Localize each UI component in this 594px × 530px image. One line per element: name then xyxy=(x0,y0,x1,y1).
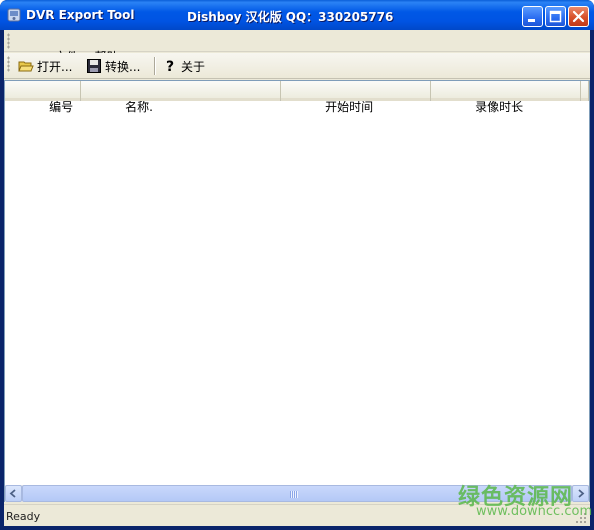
minimize-icon xyxy=(528,19,535,22)
open-folder-icon xyxy=(18,61,34,72)
about-label: 关于 xyxy=(181,59,206,74)
open-label: 打开... xyxy=(37,59,73,74)
watermark-url: www.downcc.com xyxy=(476,504,593,519)
scroll-left-button[interactable] xyxy=(5,485,22,502)
app-icon xyxy=(7,8,21,22)
column-header-number[interactable]: 编号 xyxy=(5,81,81,114)
app-window: DVR Export Tool Dishboy 汉化版 QQ：330205776… xyxy=(0,0,594,530)
column-header-filler xyxy=(581,81,589,101)
list-header: 编号 名称. 开始时间 录像时长 xyxy=(5,81,589,114)
menu-grip[interactable] xyxy=(7,33,10,49)
open-button[interactable]: 打开... xyxy=(18,56,72,76)
column-header-duration[interactable]: 录像时长 xyxy=(431,81,581,114)
column-label: 开始时间 xyxy=(325,100,374,114)
close-icon xyxy=(572,10,585,23)
window-subtitle: Dishboy 汉化版 QQ：330205776 xyxy=(187,10,394,24)
maximize-button[interactable] xyxy=(545,6,566,27)
help-icon: ? xyxy=(166,59,174,74)
maximize-icon xyxy=(549,10,562,23)
title-bar[interactable]: DVR Export Tool Dishboy 汉化版 QQ：330205776 xyxy=(0,0,594,30)
client-area: 文件 帮助 打开... 转换... xyxy=(4,30,590,526)
scroll-right-button[interactable] xyxy=(572,485,589,502)
chevron-left-icon xyxy=(9,489,16,498)
column-header-name[interactable]: 名称. xyxy=(81,81,281,114)
about-button[interactable]: ? 关于 xyxy=(162,56,205,76)
menu-bar: 文件 帮助 xyxy=(4,30,590,64)
toolbar: 打开... 转换... ? 关于 xyxy=(4,53,590,79)
convert-label: 转换... xyxy=(105,59,141,74)
status-text: Ready xyxy=(6,510,41,523)
scroll-grip-icon xyxy=(290,491,298,498)
minimize-button[interactable] xyxy=(522,6,543,27)
close-button[interactable] xyxy=(568,6,589,27)
convert-button[interactable]: 转换... xyxy=(86,56,140,76)
svg-text:?: ? xyxy=(166,59,174,74)
column-label: 编号 xyxy=(49,100,74,114)
recordings-list[interactable]: 编号 名称. 开始时间 录像时长 xyxy=(4,80,590,502)
window-title: DVR Export Tool xyxy=(26,8,135,22)
toolbar-grip[interactable] xyxy=(7,56,10,72)
chevron-right-icon xyxy=(578,489,585,498)
column-header-start-time[interactable]: 开始时间 xyxy=(281,81,431,114)
toolbar-separator xyxy=(154,57,156,75)
column-label: 名称. xyxy=(125,100,153,114)
save-disk-icon xyxy=(87,59,101,73)
column-label: 录像时长 xyxy=(475,100,524,114)
